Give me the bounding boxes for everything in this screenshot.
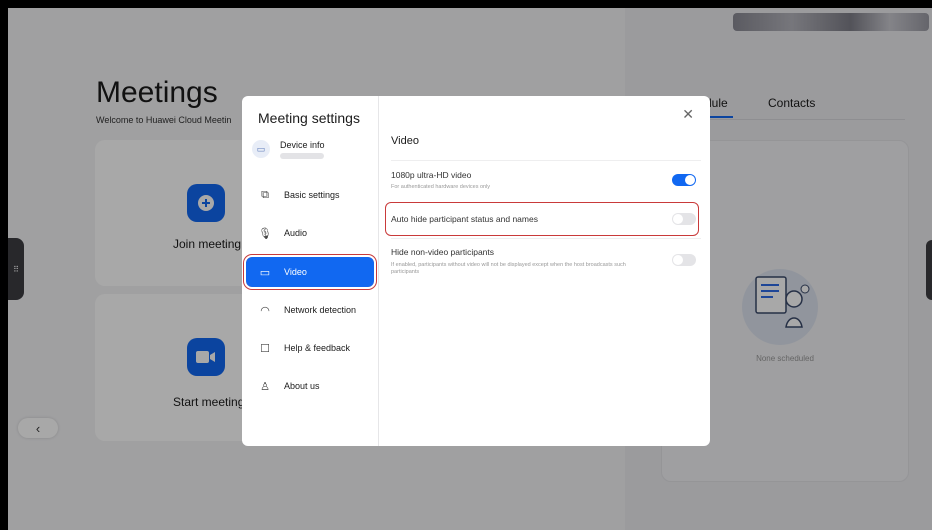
toggle-knob bbox=[685, 175, 695, 185]
meeting-settings-dialog: Meeting settings ▭ Device info ⧉ Basic s… bbox=[242, 96, 710, 446]
settings-content: ✕ Video 1080p ultra-HD video For authent… bbox=[379, 96, 710, 446]
settings-sidebar: Meeting settings ▭ Device info ⧉ Basic s… bbox=[242, 96, 379, 446]
dialog-title: Meeting settings bbox=[258, 110, 360, 126]
divider bbox=[391, 238, 701, 239]
sidebar-item-about-us[interactable]: ♙ About us bbox=[246, 371, 374, 401]
toggle-auto-hide-status[interactable] bbox=[672, 213, 696, 225]
microphone-icon: 🎙 bbox=[258, 227, 272, 240]
sidebar-item-help-feedback[interactable]: ☐ Help & feedback bbox=[246, 333, 374, 363]
toggle-1080p-video[interactable] bbox=[672, 174, 696, 186]
basic-settings-icon: ⧉ bbox=[261, 188, 269, 201]
device-info-label: Device info bbox=[280, 140, 325, 150]
sidebar-item-label: Help & feedback bbox=[284, 343, 351, 353]
close-icon[interactable]: ✕ bbox=[682, 106, 694, 123]
sidebar-item-label: Video bbox=[284, 267, 307, 277]
sidebar-item-label: Audio bbox=[284, 228, 308, 238]
divider bbox=[391, 160, 701, 161]
device-info[interactable]: ▭ Device info bbox=[252, 140, 372, 166]
device-icon: ▭ bbox=[252, 140, 270, 158]
user-icon: ♙ bbox=[260, 380, 270, 393]
option-description: For authenticated hardware devices only bbox=[391, 184, 491, 190]
app-screen: Meetings Welcome to Huawei Cloud Meetin … bbox=[8, 8, 932, 530]
device-name-blurred bbox=[280, 153, 324, 159]
sidebar-item-label: About us bbox=[284, 381, 320, 391]
sidebar-item-basic-settings[interactable]: ⧉ Basic settings bbox=[246, 180, 374, 210]
option-title: Hide non-video participants bbox=[391, 247, 495, 257]
sidebar-item-video[interactable]: ▭ Video bbox=[244, 255, 376, 289]
sidebar-item-audio[interactable]: 🎙 Audio bbox=[246, 218, 374, 248]
option-title: 1080p ultra-HD video bbox=[391, 170, 472, 180]
option-description: If enabled, participants without video w… bbox=[391, 262, 626, 275]
feedback-icon: ☐ bbox=[260, 342, 270, 355]
sidebar-item-label: Network detection bbox=[284, 305, 357, 315]
option-title: Auto hide participant status and names bbox=[391, 214, 538, 224]
toggle-hide-non-video[interactable] bbox=[672, 254, 696, 266]
toggle-knob bbox=[673, 214, 683, 224]
section-title: Video bbox=[391, 135, 419, 147]
sidebar-item-label: Basic settings bbox=[284, 190, 340, 200]
video-icon: ▭ bbox=[259, 266, 271, 279]
toggle-knob bbox=[673, 255, 683, 265]
wifi-icon: ◠ bbox=[260, 304, 270, 317]
sidebar-item-network-detection[interactable]: ◠ Network detection bbox=[246, 295, 374, 325]
